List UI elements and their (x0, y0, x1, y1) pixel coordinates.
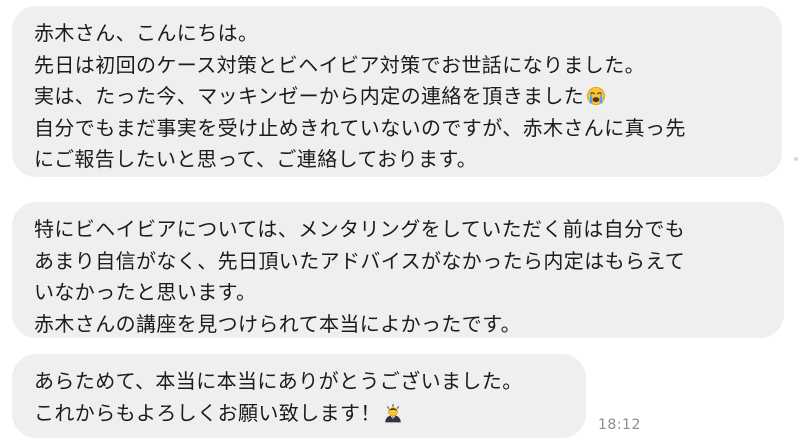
message-line: 特にビヘイビアについては、メンタリングをしていただく前は自分でも (34, 217, 686, 241)
message-bubble[interactable]: 赤木さん、こんにちは。 先日は初回のケース対策とビヘイビア対策でお世話になりまし… (12, 6, 782, 177)
loudly-crying-face-icon (586, 86, 606, 106)
message-line: あまり自信がなく、先日頂いたアドバイスがなかったら内定はもらえて (34, 248, 686, 273)
message-line: にご報告したいと思って、ご連絡しております。 (34, 147, 478, 171)
person-bowing-icon (383, 403, 403, 423)
message-line: いなかったと思います。 (34, 280, 257, 304)
message-line: あらためて、本当に本当にありがとうございました。 (34, 369, 523, 393)
message-bubble[interactable]: 特にビヘイビアについては、メンタリングをしていただく前は自分でも あまり自信がな… (12, 202, 784, 338)
message-line-text: 実は、たった今、マッキンゼーから内定の連絡を頂きました (34, 84, 585, 108)
message-line: 赤木さん、こんにちは。 (34, 21, 259, 45)
message-line: 先日は初回のケース対策とビヘイビア対策でお世話になりました。 (34, 52, 645, 77)
message-bubble[interactable]: あらためて、本当に本当にありがとうございました。 これからもよろしくお願い致しま… (12, 354, 586, 438)
message-line-with-emoji: 実は、たった今、マッキンゼーから内定の連絡を頂きました (34, 81, 762, 113)
message-line: 自分でもまだ事実を受け止めきれていないのですが、赤木さんに真っ先 (34, 115, 686, 140)
message-line-text: これからもよろしくお願い致します！ (34, 400, 381, 425)
scroll-indicator (794, 157, 798, 161)
message-timestamp: 18:12 (598, 417, 641, 433)
message-line-with-emoji: これからもよろしくお願い致します！ (34, 398, 566, 430)
message-line: 赤木さんの講座を見つけられて本当によかったです。 (34, 311, 521, 336)
chat-thread: 赤木さん、こんにちは。 先日は初回のケース対策とビヘイビア対策でお世話になりまし… (0, 0, 800, 443)
